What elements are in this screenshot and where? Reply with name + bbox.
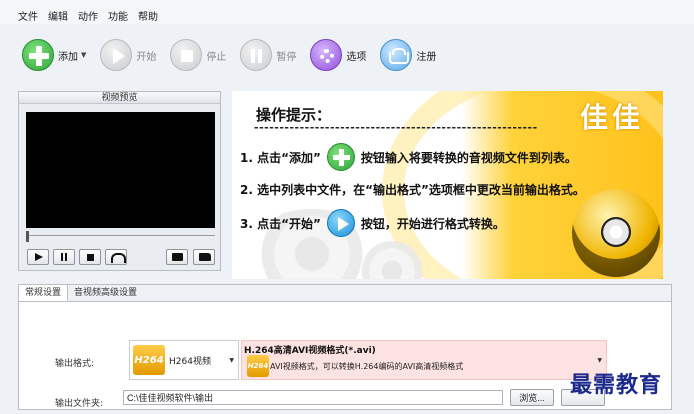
add-button[interactable]: 添加 ▼: [22, 35, 86, 75]
output-format-label: 输出格式:: [55, 359, 95, 369]
toolbar: 添加 ▼ 开始 停止 暂停 选项 注册: [0, 26, 694, 84]
options-button-label: 选项: [346, 51, 367, 63]
menu-file[interactable]: 文件: [18, 8, 38, 23]
output-format-detail-select[interactable]: H.264高清AVI视频格式(*.avi) H264 AVI视频格式，可以转换H…: [241, 340, 607, 380]
chevron-down-icon: ▼: [597, 357, 602, 364]
seek-slider[interactable]: [26, 231, 215, 242]
basket-icon: [380, 39, 413, 71]
pause-button-label: 暂停: [276, 51, 297, 63]
chevron-down-icon[interactable]: ▼: [81, 51, 86, 59]
preview-audio-button[interactable]: [105, 249, 127, 265]
operation-hint-panel: 操作提示： ----------------------------------…: [232, 91, 663, 279]
menu-help[interactable]: 帮助: [138, 8, 158, 23]
menu-action[interactable]: 动作: [78, 8, 98, 23]
pause-circle-icon: [240, 39, 273, 71]
hint-step-2: 2. 选中列表中文件，在“输出格式”选项框中更改当前输出格式。: [240, 181, 585, 198]
menu-edit[interactable]: 编辑: [48, 8, 68, 23]
hint-step-3-text-a: 3. 点击“开始”: [240, 216, 321, 231]
hint-divider: ----------------------------------------…: [254, 121, 538, 131]
start-button[interactable]: 开始: [100, 35, 156, 75]
settings-tabs: 常规设置 音视频高级设置: [19, 285, 143, 301]
menu-bar: 文件 编辑 动作 功能 帮助: [0, 6, 694, 24]
gear-icon: [310, 39, 343, 71]
register-button-label: 注册: [416, 51, 437, 63]
preview-play-button[interactable]: [27, 249, 49, 265]
pause-button[interactable]: 暂停: [240, 35, 296, 75]
stop-circle-icon: [170, 39, 203, 71]
tab-advanced-av-settings[interactable]: 音视频高级设置: [68, 285, 143, 301]
h264-format-icon: H264: [247, 355, 269, 377]
chevron-down-icon: ▼: [229, 357, 234, 364]
output-folder-label: 输出文件夹:: [55, 399, 104, 409]
start-button-label: 开始: [136, 51, 157, 63]
output-format-detail-desc: AVI视频格式，可以转换H.264编码的AVI高清视频格式: [270, 362, 464, 371]
hint-step-3: 3. 点击“开始” 按钮，开始进行格式转换。: [240, 209, 505, 237]
preview-pause-button[interactable]: [53, 249, 75, 265]
video-preview-panel: 视频预览: [18, 91, 221, 271]
output-format-select[interactable]: H264 H264视频 ▼: [129, 340, 239, 380]
hint-step-1-text-b: 按钮输入将要转换的音视频文件到列表。: [360, 150, 577, 165]
stop-button-label: 停止: [206, 51, 227, 63]
add-button-label: 添加: [58, 51, 78, 63]
hint-step-2-text: 2. 选中列表中文件，在“输出格式”选项框中更改当前输出格式。: [240, 183, 585, 197]
browse-button[interactable]: 浏览...: [510, 389, 554, 406]
hint-step-3-text-b: 按钮，开始进行格式转换。: [360, 216, 505, 231]
preview-folder-button[interactable]: [193, 249, 215, 265]
hint-step-1-text-a: 1. 点击“添加”: [240, 150, 321, 165]
play-circle-icon: [326, 209, 355, 237]
brand-logo: 佳佳: [580, 101, 645, 134]
register-button[interactable]: 注册: [380, 35, 436, 75]
menu-function[interactable]: 功能: [108, 8, 128, 23]
stop-button[interactable]: 停止: [170, 35, 226, 75]
output-format-select-value: H264视频: [169, 356, 211, 367]
tab-general-settings[interactable]: 常规设置: [19, 285, 69, 301]
play-circle-icon: [100, 39, 133, 71]
seek-slider-thumb[interactable]: [26, 231, 29, 242]
h264-format-icon: H264: [133, 345, 165, 375]
watermark-text: 最需教育: [570, 372, 663, 395]
options-button[interactable]: 选项: [310, 35, 366, 75]
preview-snapshot-button[interactable]: [166, 249, 188, 265]
preview-stop-button[interactable]: [79, 249, 101, 265]
output-folder-input[interactable]: [123, 390, 503, 405]
video-preview-title: 视频预览: [19, 92, 220, 104]
plus-circle-icon: [22, 39, 54, 71]
plus-circle-icon: [326, 143, 355, 171]
hint-step-1: 1. 点击“添加” 按钮输入将要转换的音视频文件到列表。: [240, 143, 577, 171]
brand-ball-logo: [572, 189, 660, 277]
video-screen: [26, 112, 215, 228]
